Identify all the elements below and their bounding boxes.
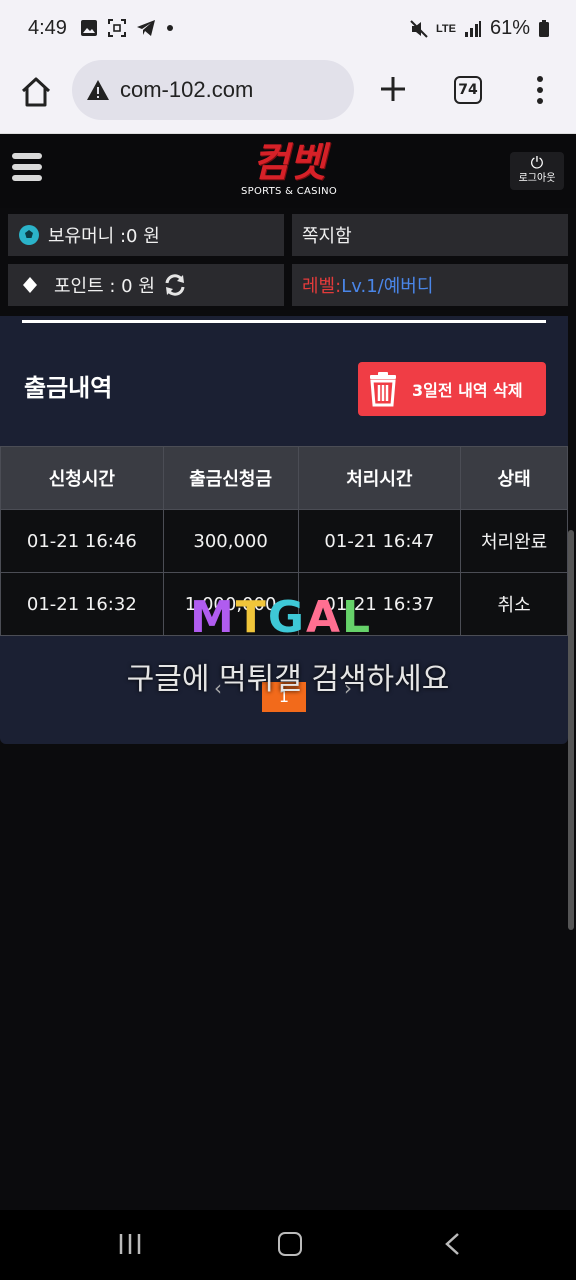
back-icon[interactable] [444,1232,460,1256]
watermark-letter: T [235,592,268,643]
messages-link[interactable]: 쪽지함 [292,214,568,256]
points-label: 포인트 : 0 원 [54,276,155,297]
level-cell: 레벨: Lv.1/예버디 [292,264,568,306]
system-nav-bar [0,1210,576,1280]
diamond-icon [23,277,37,293]
watermark-letter: M [190,592,236,643]
points-cell: 포인트 : 0 원 [8,264,284,306]
address-bar[interactable]: com-102.com [72,60,354,120]
divider [22,320,546,323]
network-label: LTE [436,22,456,35]
status-cell: 처리완료 [460,509,568,573]
balance-label: 보유머니 :0 원 [48,226,160,247]
status-time: 4:49 [28,17,67,39]
scrollbar[interactable] [568,530,574,930]
account-row-2: 포인트 : 0 원 레벨: Lv.1/예버디 [0,264,576,306]
power-icon: ⏻ [530,153,544,172]
brand-subtitle: SPORTS & CASINO [240,186,338,197]
table-row: 01-21 16:46 300,000 01-21 16:47 처리완료 [0,509,568,573]
column-header: 처리시간 [297,446,462,510]
warning-icon[interactable] [86,78,110,102]
browser-toolbar: com-102.com 74 [0,60,576,134]
notification-icons [80,19,174,37]
home-icon[interactable] [18,74,54,110]
recent-apps-icon[interactable] [118,1232,142,1256]
column-header: 출금신청금 [162,446,299,510]
table-header-row: 신청시간 출금신청금 처리시간 상태 [0,446,568,510]
request-time-cell: 01-21 16:32 [0,572,164,636]
more-menu-icon[interactable] [530,74,550,106]
mute-icon [410,19,428,38]
gallery-icon [81,20,97,36]
balance-cell: 보유머니 :0 원 [8,214,284,256]
request-time-cell: 01-21 16:46 [0,509,164,573]
trash-icon [370,372,396,407]
screenshot-icon [108,19,126,37]
status-cell: 취소 [460,572,568,636]
soccer-ball-icon [19,225,39,245]
dot-icon [167,25,173,31]
tab-switcher-button[interactable]: 74 [454,76,482,104]
level-value[interactable]: Lv.1/예버디 [341,272,433,298]
watermark-text: 구글에 먹튀갤 검색하세요 [126,662,450,697]
column-header: 상태 [460,446,568,510]
messages-label[interactable]: 쪽지함 [302,222,352,248]
status-right: LTE 61% [410,17,550,40]
account-row-1: 보유머니 :0 원 쪽지함 [0,214,576,256]
watermark-letter: L [342,592,373,643]
column-header: 신청시간 [0,446,164,510]
hamburger-menu-icon[interactable] [12,153,42,185]
amount-cell: 300,000 [162,509,299,573]
logout-label: 로그아웃 [518,173,556,184]
url-text[interactable]: com-102.com [120,77,253,103]
watermark-letter: A [305,592,342,643]
new-tab-icon[interactable] [378,74,408,104]
watermark-logo: MTGAL [190,592,372,643]
home-nav-icon[interactable] [278,1232,302,1256]
status-bar: 4:49 LTE 61% [0,0,576,60]
level-prefix: 레벨: [302,276,342,297]
brand-name: 컴벳 [252,140,326,186]
signal-icon [464,20,481,37]
delete-history-label[interactable]: 3일전 내역 삭제 [412,377,523,401]
site-header: 컴벳 SPORTS & CASINO ⏻ 로그아웃 [0,134,576,208]
site-logo[interactable]: 컴벳 SPORTS & CASINO [236,140,342,206]
watermark-letter: G [267,592,306,643]
processed-time-cell: 01-21 16:47 [297,509,462,573]
battery-icon [539,19,549,37]
refresh-icon[interactable] [163,273,187,297]
battery-percent: 61% [489,17,530,39]
logout-button[interactable]: ⏻ 로그아웃 [510,152,564,190]
telegram-icon [137,20,155,36]
section-title: 출금내역 [24,374,113,402]
delete-history-button[interactable]: 3일전 내역 삭제 [358,362,546,416]
